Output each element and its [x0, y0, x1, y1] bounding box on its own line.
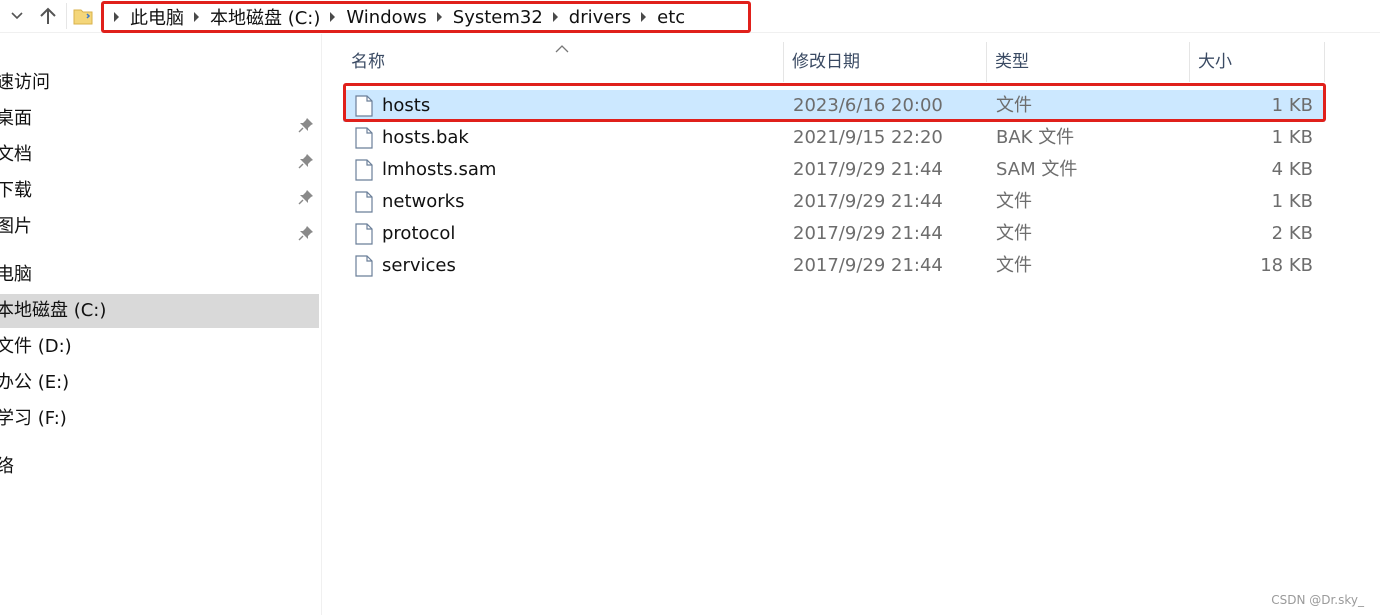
column-header-modified[interactable]: 修改日期 [784, 42, 987, 82]
file-name: lmhosts.sam [382, 159, 497, 180]
nav-item[interactable]: 下载 [0, 174, 319, 208]
breadcrumb-chevron-icon[interactable] [429, 11, 451, 23]
file-name: networks [382, 191, 465, 212]
file-row[interactable]: hosts.bak 2021/9/15 22:20 BAK 文件 1 KB [343, 122, 1325, 154]
nav-item-label: 本地磁盘 (C:) [0, 300, 107, 321]
navigation-pane: 速访问桌面文档下载图片电脑本地磁盘 (C:) 文件 (D:) 办公 (E:) 学习 (… [0, 34, 322, 615]
watermark: CSDN @Dr.sky_ [1271, 593, 1364, 607]
nav-item[interactable]: 本地磁盘 (C:) [0, 294, 319, 328]
file-row[interactable]: lmhosts.sam 2017/9/29 21:44 SAM 文件 4 KB [343, 154, 1325, 186]
nav-item-label: 下载 [0, 180, 32, 201]
pin-icon [298, 183, 314, 208]
nav-item[interactable]: 学习 (F:) [0, 402, 319, 436]
file-type: 文件 [996, 191, 1032, 212]
file-modified-date: 2017/9/29 21:44 [793, 191, 943, 212]
file-name: services [382, 255, 456, 276]
file-size: 1 KB [1271, 127, 1313, 148]
nav-item[interactable]: 图片 [0, 210, 319, 244]
nav-item[interactable]: 络 [0, 450, 319, 484]
nav-item[interactable]: 办公 (E:) [0, 366, 319, 400]
breadcrumb-chevron-icon[interactable] [545, 11, 567, 23]
up-arrow-icon [39, 6, 57, 26]
column-header-size[interactable]: 大小 [1190, 42, 1325, 82]
nav-item-label: 桌面 [0, 108, 32, 129]
file-type: 文件 [996, 95, 1032, 116]
breadcrumb[interactable]: 此电脑 本地磁盘 (C:) Windows System32 drivers etc [101, 1, 751, 33]
file-row[interactable]: hosts 2023/6/16 20:00 文件 1 KB [343, 90, 1325, 122]
nav-item[interactable]: 电脑 [0, 258, 319, 292]
pin-icon [298, 147, 314, 172]
breadcrumb-item[interactable]: Windows [344, 7, 428, 28]
pin-icon [298, 219, 314, 244]
nav-item-label: 络 [0, 456, 14, 477]
file-modified-date: 2017/9/29 21:44 [793, 159, 943, 180]
nav-item[interactable]: 桌面 [0, 102, 319, 136]
nav-item-label: 文件 (D:) [0, 336, 72, 357]
nav-item-label: 速访问 [0, 72, 50, 93]
breadcrumb-chevron-icon[interactable] [106, 11, 128, 23]
file-type: 文件 [996, 223, 1032, 244]
file-row[interactable]: services 2017/9/29 21:44 文件 18 KB [343, 250, 1325, 282]
column-header-row: 名称 修改日期 类型 大小 [343, 42, 1345, 82]
file-name: hosts [382, 95, 431, 116]
nav-item[interactable]: 文件 (D:) [0, 330, 319, 364]
file-modified-date: 2017/9/29 21:44 [793, 255, 943, 276]
breadcrumb-item[interactable]: 本地磁盘 (C:) [208, 4, 322, 30]
nav-item-label: 学习 (F:) [0, 408, 67, 429]
breadcrumb-item[interactable]: 此电脑 [128, 4, 186, 30]
file-modified-date: 2021/9/15 22:20 [793, 127, 943, 148]
file-size: 1 KB [1271, 95, 1313, 116]
file-name: protocol [382, 223, 456, 244]
folder-icon [72, 5, 94, 31]
file-size: 18 KB [1260, 255, 1313, 276]
file-size: 2 KB [1271, 223, 1313, 244]
nav-item-label: 图片 [0, 216, 32, 237]
breadcrumb-item[interactable]: System32 [451, 7, 545, 28]
file-size: 1 KB [1271, 191, 1313, 212]
breadcrumb-item[interactable]: drivers [567, 7, 633, 28]
pin-icon [298, 111, 314, 136]
file-type: SAM 文件 [996, 159, 1078, 180]
up-button[interactable] [36, 3, 60, 29]
file-modified-date: 2023/6/16 20:00 [793, 95, 943, 116]
file-type: BAK 文件 [996, 127, 1075, 148]
file-size: 4 KB [1271, 159, 1313, 180]
file-list: 名称 修改日期 类型 大小 hosts 2023/6/16 20:00 文件 1 KB… [323, 34, 1380, 615]
file-modified-date: 2017/9/29 21:44 [793, 223, 943, 244]
file-row[interactable]: protocol 2017/9/29 21:44 文件 2 KB [343, 218, 1325, 250]
address-divider [66, 3, 67, 29]
breadcrumb-item[interactable]: etc [655, 7, 687, 28]
nav-item-label: 办公 (E:) [0, 372, 70, 393]
chevron-down-icon [11, 12, 23, 20]
file-icon [355, 255, 373, 288]
column-header-type[interactable]: 类型 [987, 42, 1190, 82]
nav-item[interactable]: 文档 [0, 138, 319, 172]
nav-item[interactable]: 速访问 [0, 66, 319, 100]
breadcrumb-chevron-icon[interactable] [186, 11, 208, 23]
file-type: 文件 [996, 255, 1032, 276]
column-header-name[interactable]: 名称 [343, 42, 784, 82]
breadcrumb-chevron-icon[interactable] [633, 11, 655, 23]
nav-item-label: 文档 [0, 144, 32, 165]
breadcrumb-chevron-icon[interactable] [322, 11, 344, 23]
recent-locations-button[interactable] [6, 3, 28, 29]
file-row[interactable]: networks 2017/9/29 21:44 文件 1 KB [343, 186, 1325, 218]
address-toolbar: 此电脑 本地磁盘 (C:) Windows System32 drivers etc [0, 0, 1380, 33]
nav-item-label: 电脑 [0, 264, 32, 285]
file-name: hosts.bak [382, 127, 469, 148]
